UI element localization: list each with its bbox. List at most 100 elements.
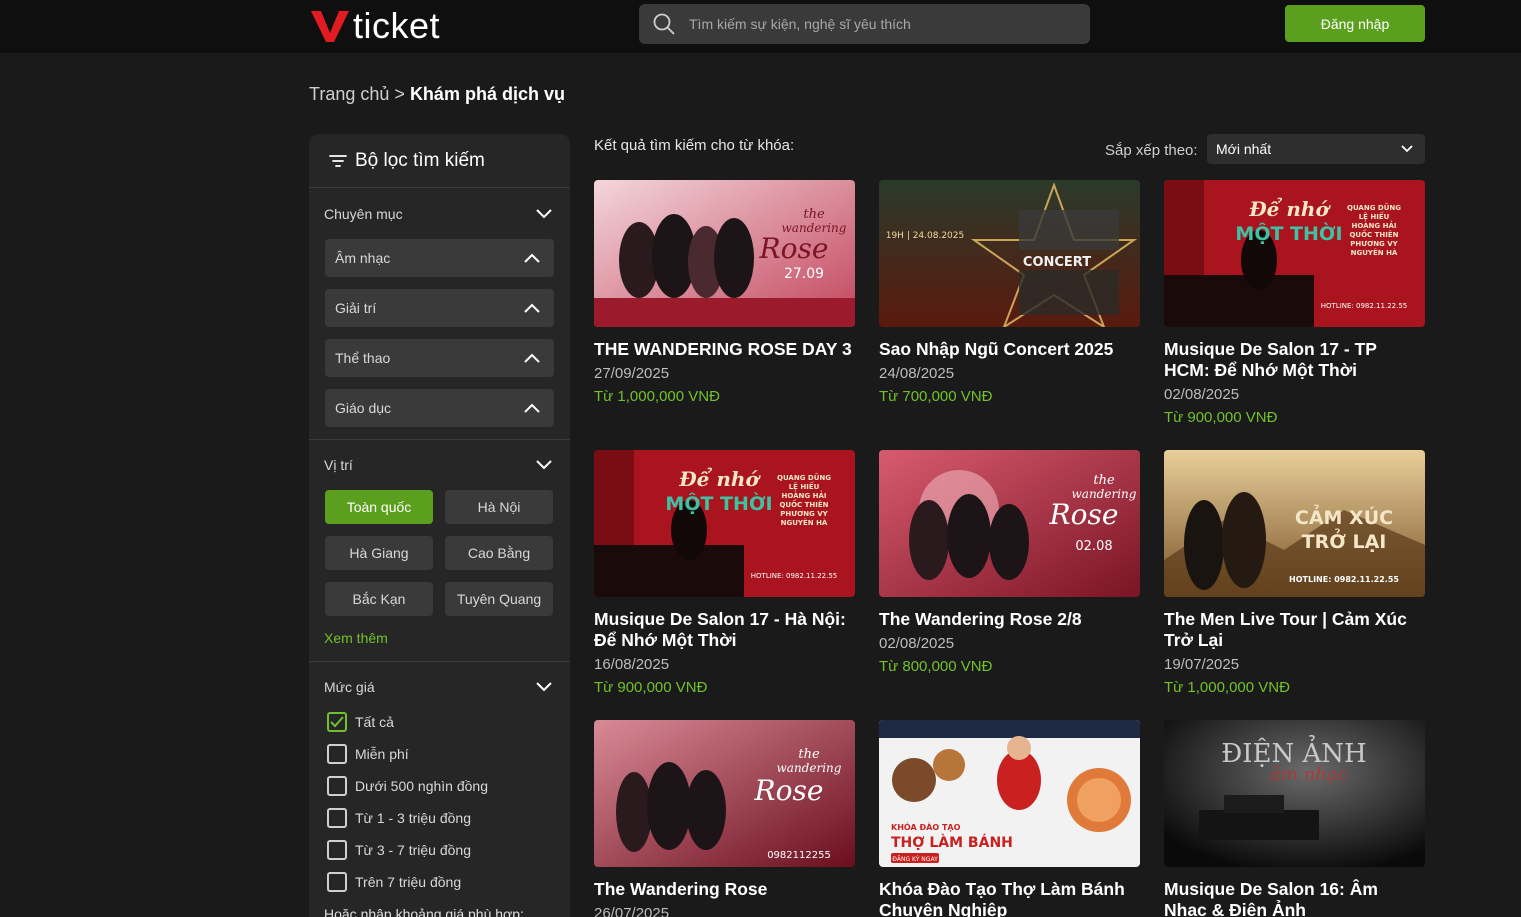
price-option-over-7m[interactable]: Trên 7 triệu đồng [327, 866, 570, 898]
event-title[interactable]: The Wandering Rose [594, 879, 855, 900]
category-title: Chuyên mục [324, 206, 403, 222]
event-thumbnail[interactable]: CẢM XÚC TRỞ LẠI HOTLINE: 0982.11.22.55 [1164, 450, 1425, 597]
checkbox-checked[interactable] [327, 712, 347, 732]
event-title[interactable]: Sao Nhập Ngũ Concert 2025 [879, 339, 1140, 360]
event-card[interactable]: KHÓA ĐÀO TẠO THỢ LÀM BÁNH ĐĂNG KÝ NGAY K… [879, 720, 1140, 917]
event-thumbnail[interactable]: CONCERT 19H | 24.08.2025 [879, 180, 1140, 327]
event-title[interactable]: Khóa Đào Tạo Thợ Làm Bánh Chuyên Nghiệp [879, 879, 1140, 917]
event-poster-image: the wandering Rose 27.09 [594, 180, 855, 327]
event-date: 02/08/2025 [879, 635, 955, 652]
category-item-music[interactable]: Âm nhạc [325, 239, 554, 277]
location-ha-giang[interactable]: Hà Giang [325, 536, 433, 570]
event-poster-image: CẢM XÚC TRỞ LẠI HOTLINE: 0982.11.22.55 [1164, 450, 1425, 597]
event-thumbnail[interactable]: the wandering Rose 02.08 [879, 450, 1140, 597]
filter-icon [329, 154, 347, 167]
event-thumbnail[interactable]: the wandering Rose 0982112255 [594, 720, 855, 867]
price-option-free[interactable]: Miễn phí [327, 738, 570, 770]
event-date: 19/07/2025 [1164, 656, 1240, 673]
checkbox[interactable] [327, 776, 347, 796]
event-card[interactable]: CẢM XÚC TRỞ LẠI HOTLINE: 0982.11.22.55 T… [1164, 450, 1425, 698]
event-thumbnail[interactable]: ĐIỆN ẢNH âm nhạc [1164, 720, 1425, 867]
poster-text: wandering [777, 761, 842, 775]
event-date: 24/08/2025 [879, 365, 955, 382]
price-section-toggle[interactable]: Mức giá [309, 662, 570, 712]
event-poster-image: the wandering Rose 02.08 [879, 450, 1140, 597]
location-ha-noi[interactable]: Hà Nội [445, 490, 553, 524]
chevron-down-icon [536, 209, 552, 219]
poster-text: ĐĂNG KÝ NGAY [892, 856, 938, 863]
event-thumbnail[interactable]: Để nhớ MỘT THỜI QUANG DŨNG LỆ HIẾU HOÀNG… [594, 450, 855, 597]
event-card[interactable]: ĐIỆN ẢNH âm nhạc Musique De Salon 16: Âm… [1164, 720, 1425, 917]
price-option-under-500k[interactable]: Dưới 500 nghìn đồng [327, 770, 570, 802]
poster-text: Rose [759, 232, 829, 265]
poster-text: Để nhớ [678, 466, 761, 491]
search-input[interactable] [689, 16, 1069, 32]
event-card[interactable]: CONCERT 19H | 24.08.2025 Sao Nhập Ngũ Co… [879, 180, 1140, 407]
price-range-hint: Hoặc nhập khoảng giá phù hợp: [324, 906, 524, 917]
breadcrumb: Trang chủ > Khám phá dịch vụ [309, 84, 565, 105]
login-button[interactable]: Đăng nhập [1285, 5, 1425, 42]
poster-text: QUANG DŨNG [1347, 203, 1401, 212]
event-card[interactable]: the wandering Rose 0982112255 The Wander… [594, 720, 855, 917]
price-option-all[interactable]: Tất cả [327, 706, 570, 738]
event-card[interactable]: the wandering Rose 27.09 THE WANDERING R… [594, 180, 855, 407]
location-bac-kan[interactable]: Bắc Kạn [325, 582, 433, 616]
event-thumbnail[interactable]: the wandering Rose 27.09 [594, 180, 855, 327]
poster-text: PHƯƠNG VY [780, 510, 828, 518]
event-poster-image: ĐIỆN ẢNH âm nhạc [1164, 720, 1425, 867]
breadcrumb-home[interactable]: Trang chủ [309, 84, 389, 104]
event-title[interactable]: The Men Live Tour | Cảm Xúc Trở Lại [1164, 609, 1425, 651]
poster-text: LỆ HIẾU [1359, 211, 1390, 221]
check-icon [330, 716, 344, 728]
checkbox[interactable] [327, 872, 347, 892]
breadcrumb-current: Khám phá dịch vụ [409, 84, 565, 104]
checkbox[interactable] [327, 744, 347, 764]
location-grid: Toàn quốc Hà Nội Hà Giang Cao Bằng Bắc K… [325, 490, 554, 616]
event-card[interactable]: Để nhớ MỘT THỜI QUANG DŨNG LỆ HIẾU HOÀNG… [1164, 180, 1425, 428]
event-poster-image: Để nhớ MỘT THỜI QUANG DŨNG LỆ HIẾU HOÀNG… [1164, 180, 1425, 327]
poster-text: 27.09 [784, 266, 824, 282]
category-section-toggle[interactable]: Chuyên mục [309, 189, 570, 239]
sort-select[interactable]: Mới nhất [1207, 134, 1425, 164]
poster-text: NGUYÊN HÀ [781, 518, 828, 527]
poster-text: Rose [1049, 498, 1119, 531]
price-option-label: Từ 1 - 3 triệu đồng [355, 810, 471, 826]
poster-text: HOTLINE: 0982.11.22.55 [1289, 575, 1399, 584]
event-price: Từ 900,000 VNĐ [1164, 409, 1278, 426]
category-item-entertainment[interactable]: Giải trí [325, 289, 554, 327]
poster-text: MỘT THỜI [1235, 221, 1342, 245]
v-logo-icon [311, 11, 349, 42]
filter-header: Bộ lọc tìm kiếm [309, 134, 570, 188]
location-section-toggle[interactable]: Vị trí [309, 440, 570, 490]
category-item-sports[interactable]: Thể thao [325, 339, 554, 377]
results-label: Kết quả tìm kiếm cho từ khóa: [594, 137, 795, 154]
search-icon [653, 13, 675, 35]
location-cao-bang[interactable]: Cao Bằng [445, 536, 553, 570]
chevron-up-icon [524, 403, 540, 413]
category-item-education[interactable]: Giáo dục [325, 389, 554, 427]
event-price: Từ 1,000,000 VNĐ [594, 388, 720, 405]
price-option-3-7m[interactable]: Từ 3 - 7 triệu đồng [327, 834, 570, 866]
event-thumbnail[interactable]: Để nhớ MỘT THỜI QUANG DŨNG LỆ HIẾU HOÀNG… [1164, 180, 1425, 327]
event-card[interactable]: Để nhớ MỘT THỜI QUANG DŨNG LỆ HIẾU HOÀNG… [594, 450, 855, 698]
checkbox[interactable] [327, 808, 347, 828]
event-title[interactable]: Musique De Salon 17 - TP HCM: Để Nhớ Một… [1164, 339, 1425, 381]
event-title[interactable]: Musique De Salon 17 - Hà Nội: Để Nhớ Một… [594, 609, 855, 651]
event-title[interactable]: The Wandering Rose 2/8 [879, 609, 1140, 630]
price-option-1-3m[interactable]: Từ 1 - 3 triệu đồng [327, 802, 570, 834]
poster-text: 0982112255 [767, 850, 831, 861]
poster-text: QUỐC THIÊN [1349, 229, 1398, 239]
event-title[interactable]: THE WANDERING ROSE DAY 3 [594, 339, 855, 360]
location-tuyen-quang[interactable]: Tuyên Quang [445, 582, 553, 616]
vticket-logo[interactable]: ticket [311, 6, 440, 46]
see-more-link[interactable]: Xem thêm [324, 630, 570, 652]
poster-text: NGUYÊN HÀ [1351, 248, 1398, 257]
poster-text: 19H | 24.08.2025 [886, 231, 965, 241]
search-bar[interactable] [639, 4, 1090, 44]
top-bar: ticket Đăng nhập [0, 0, 1521, 53]
event-thumbnail[interactable]: KHÓA ĐÀO TẠO THỢ LÀM BÁNH ĐĂNG KÝ NGAY [879, 720, 1140, 867]
event-title[interactable]: Musique De Salon 16: Âm Nhạc & Điện Ảnh [1164, 879, 1425, 917]
event-card[interactable]: the wandering Rose 02.08 The Wandering R… [879, 450, 1140, 677]
location-nationwide[interactable]: Toàn quốc [325, 490, 433, 524]
checkbox[interactable] [327, 840, 347, 860]
